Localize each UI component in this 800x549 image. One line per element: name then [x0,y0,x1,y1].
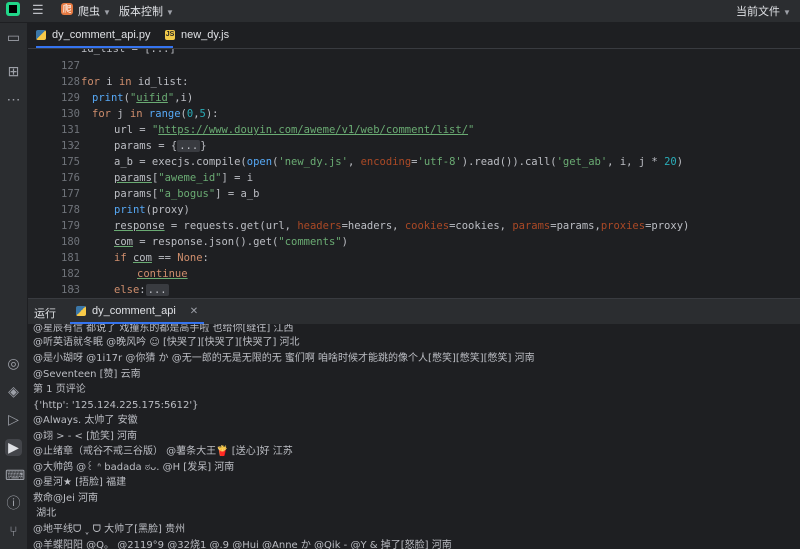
problems-icon[interactable]: ⓘ [5,495,22,512]
git-icon[interactable]: ⑂ [5,523,22,540]
console-line: @Seventeen [赞] 云南 [33,369,141,380]
tab-run-dy-comment-api[interactable]: dy_comment_api ✕ [70,299,205,324]
console-line: @大帅鸽 @꒰ ᐢ badada ಠᴗ. @H [发呆] 河南 [33,462,235,473]
console-output[interactable]: @星辰有信 都说了 戏撞东的都是高手啦 也给你[缝往] 江西 @听英语就冬眠 @… [28,324,800,549]
title-bar: ☰ 爬 爬虫 ▼ 版本控制 ▼ 当前文件 ▼ [0,0,800,23]
code-line: 182 continue [28,266,800,282]
line-number: 128 [61,76,80,88]
console-line: @翊 > - < [尬笑] 河南 [33,431,138,442]
chevron-down-icon: ▼ [103,8,111,17]
line-number: 181 [61,252,80,264]
editor-tabs: dy_comment_api.py✕ JS new_dy.js [28,23,800,49]
code-line: 180 com = response.json().get("comments") [28,234,800,250]
tab-dy-comment-api[interactable]: dy_comment_api.py✕ [36,23,173,48]
code-line: 129 print("uifid",i) [28,90,800,106]
console-line: 救命@Jei 河南 [33,493,99,504]
code-editor[interactable]: id_list = [...] 127 128 for i in id_list:… [28,49,800,298]
close-icon[interactable]: ✕ [190,306,198,317]
fold-icon[interactable]: › [70,138,75,154]
tab-label: dy_comment_api.py [52,29,151,41]
vcs-menu[interactable]: 版本控制 ▼ [119,3,174,19]
line-number: 180 [61,236,80,248]
structure-icon[interactable]: ⊞ [5,63,22,80]
line-number: 178 [61,204,80,216]
code-text: id_list = [...] [81,49,176,55]
code-line: 132 › params = {...} [28,138,800,154]
line-number: 129 [61,92,80,104]
chevron-down-icon: ▼ [783,8,791,17]
tab-new-dy-js[interactable]: JS new_dy.js [165,23,229,48]
main-menu-icon[interactable]: ☰ [32,2,44,18]
code-line: 127 [28,58,800,74]
console-line: {'http': '125.124.225.175:5612'} [33,400,199,411]
console-line: @止绪章（戒谷不戒三谷版） @薯条大王🍟 [送心]好 江苏 [33,446,293,457]
code-line: id_list = [...] [28,49,800,57]
line-number: 175 [61,156,80,168]
console-line: @听英语就冬眠 @晚风吟 ☺ [快哭了][快哭了][快哭了] 河北 [33,337,300,348]
tool-window-strip: ▭ ⊞ ⋯ ◎ ◈ ▷ ▶ ⌨ ⓘ ⑂ [0,23,28,549]
python-console-icon[interactable]: ◎ [5,355,22,372]
run-icon[interactable]: ▶ [5,439,22,456]
python-file-icon [76,306,86,317]
run-config-selector[interactable]: 当前文件 ▼ [736,3,791,19]
console-line: 第 1 页评论 [33,384,86,395]
code-line: 131 url = "https://www.douyin.com/aweme/v… [28,122,800,138]
code-line: 178 print(proxy) [28,202,800,218]
line-number: 127 [61,60,80,72]
code-line: 176 params["aweme_id"] = i [28,170,800,186]
code-line: 175 a_b = execjs.compile(open('new_dy.js'… [28,154,800,170]
console-line: @是小瑚呀 @1i17r @你猜 か @无一郎的无是无限的无 蜜们啊 咱啥时候才… [33,353,535,364]
app-logo[interactable] [6,2,20,16]
code-line: 179 response = requests.get(url, headers=… [28,218,800,234]
folder-icon[interactable]: ▭ [5,29,22,46]
console-line: 湖北 [33,508,57,519]
line-number: 130 [61,108,80,120]
project-name: 爬虫 [78,6,100,18]
code-line: 128 for i in id_list: [28,74,800,90]
current-file-label: 当前文件 [736,6,780,18]
js-file-icon: JS [165,30,175,41]
line-number: 176 [61,172,80,184]
run-tab-label: dy_comment_api [92,305,176,317]
run-panel-title: 运行 [34,308,56,320]
code-line: 181 if com == None: [28,250,800,266]
line-number: 179 [61,220,80,232]
code-line: 183 › else:... [28,282,800,298]
terminal-icon[interactable]: ⌨ [5,467,25,484]
line-number: 182 [61,268,80,280]
services-icon[interactable]: ▷ [5,411,22,428]
line-number: 177 [61,188,80,200]
project-switcher[interactable]: 爬虫 ▼ [78,3,111,19]
tab-label: new_dy.js [181,29,230,41]
code-line: 177 params["a_bogus"] = a_b [28,186,800,202]
console-line: @羊蝶阳阳 @Q。 @2119°9 @32烧1 @.9 @Hui @Anne か… [33,540,452,549]
more-icon[interactable]: ⋯ [5,91,22,108]
console-line: @地平线ᗜ ˬ ᗜ 大帅了[黑脸] 贵州 [33,524,186,535]
code-line: 130 for j in range(0,5): [28,106,800,122]
console-line: @Always. 太帅了 安徽 [33,415,138,426]
line-number: 131 [61,124,80,136]
run-panel-header: 运行 dy_comment_api ✕ [28,298,800,324]
layers-icon[interactable]: ◈ [5,383,22,400]
project-badge: 爬 [61,3,73,15]
console-line: @星河★ [捂脸] 福建 [33,477,127,488]
python-file-icon [36,30,46,41]
vcs-label: 版本控制 [119,6,163,18]
fold-icon[interactable]: › [70,282,75,298]
chevron-down-icon: ▼ [166,8,174,17]
